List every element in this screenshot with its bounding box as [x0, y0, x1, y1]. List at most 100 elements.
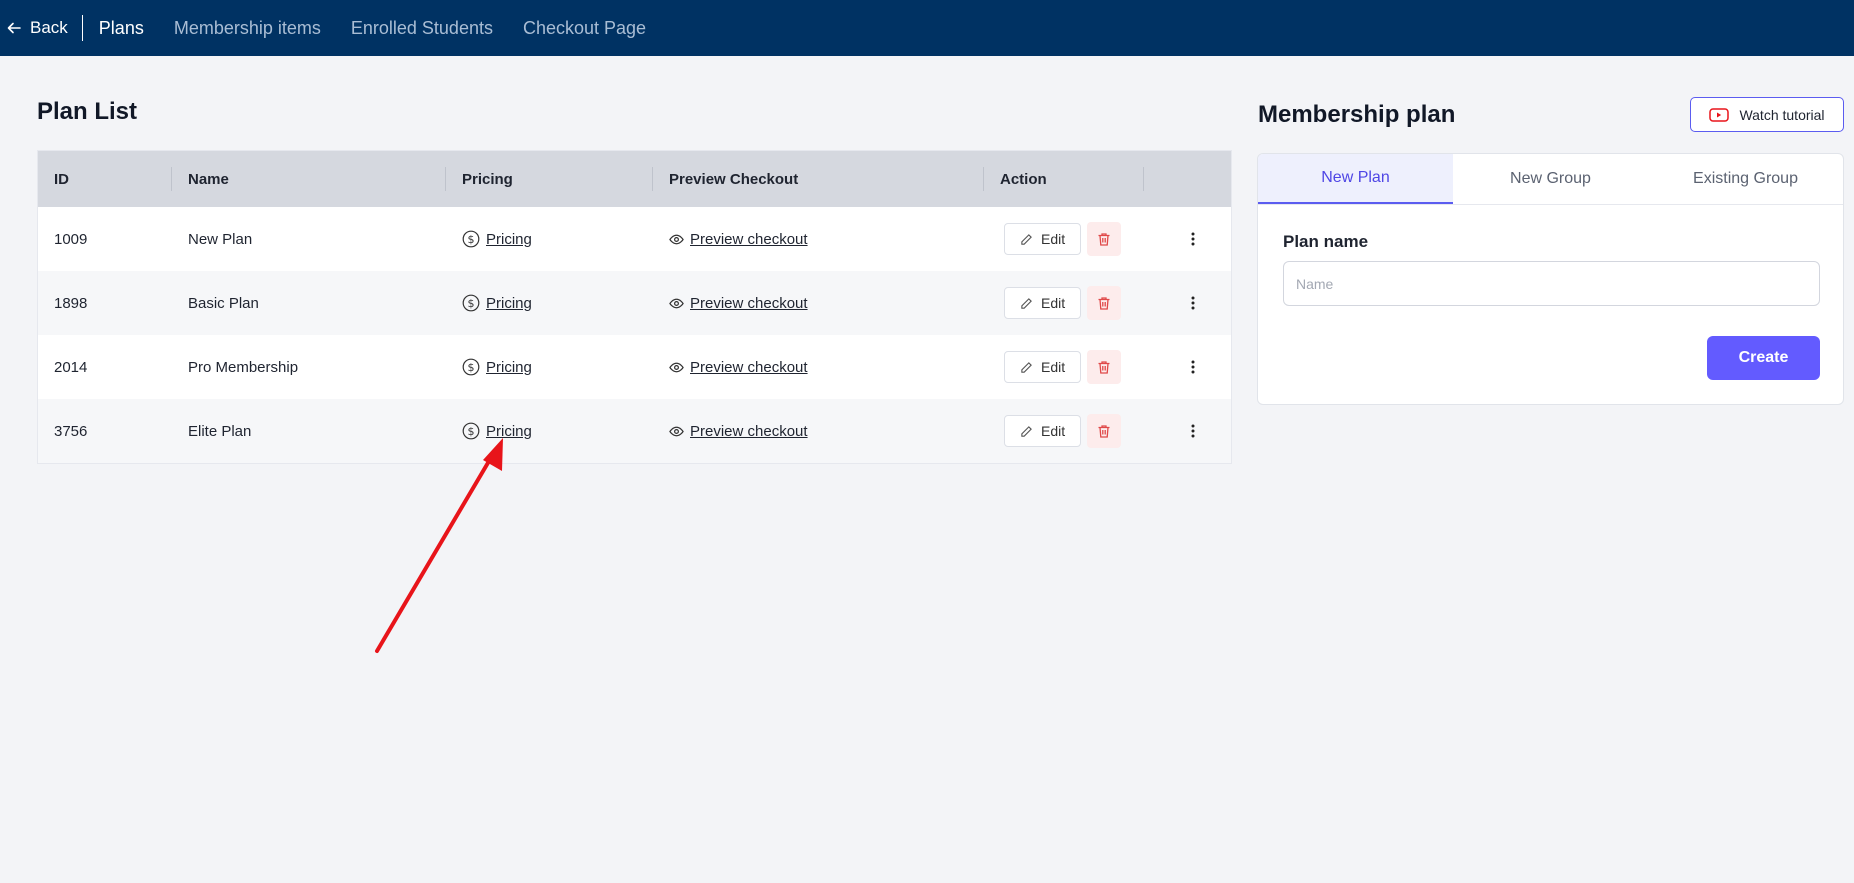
- name-text: New Plan: [188, 230, 253, 248]
- plan-name: Basic Plan: [172, 271, 446, 335]
- plan-name-input[interactable]: [1283, 261, 1820, 306]
- more-actions-button[interactable]: [1183, 424, 1203, 438]
- preview-checkout-link[interactable]: Preview checkout: [669, 295, 808, 312]
- dollar-circle-icon: $: [462, 294, 480, 312]
- plan-list-title: Plan List: [37, 98, 138, 125]
- more-actions-button[interactable]: [1183, 296, 1203, 310]
- pricing-link[interactable]: $ Pricing: [462, 230, 532, 248]
- more-vertical-icon: [1191, 360, 1195, 374]
- delete-button[interactable]: [1087, 350, 1122, 384]
- edit-button[interactable]: Edit: [1004, 415, 1082, 447]
- table-header: ID Name Pricing Preview Checkout Action: [38, 151, 1231, 207]
- tab-new-plan[interactable]: New Plan: [1258, 154, 1453, 204]
- id-text: 1009: [54, 230, 88, 248]
- tab-enrolled-students[interactable]: Enrolled Students: [351, 18, 493, 39]
- id-text: 2014: [54, 358, 88, 376]
- edit-pencil-icon: [1021, 361, 1032, 373]
- svg-text:$: $: [468, 233, 475, 246]
- eye-icon: [669, 298, 684, 308]
- plan-name: New Plan: [172, 207, 446, 271]
- edit-text: Edit: [1041, 231, 1066, 247]
- edit-text: Edit: [1041, 295, 1066, 311]
- preview-checkout-link[interactable]: Preview checkout: [669, 423, 808, 440]
- create-button[interactable]: Create: [1707, 336, 1820, 380]
- svg-text:$: $: [468, 361, 475, 374]
- delete-button[interactable]: [1087, 286, 1122, 320]
- trash-icon: [1098, 296, 1110, 310]
- name-text: Elite Plan: [188, 422, 252, 440]
- column-header-more: [1144, 167, 1231, 191]
- preview-checkout-link[interactable]: Preview checkout: [669, 359, 808, 376]
- edit-text: Edit: [1041, 423, 1066, 439]
- eye-icon: [669, 426, 684, 436]
- watch-tutorial-label: Watch tutorial: [1739, 106, 1825, 123]
- top-nav: Back Plans Membership items Enrolled Stu…: [0, 0, 1854, 56]
- delete-button[interactable]: [1087, 414, 1122, 448]
- pricing-link[interactable]: $ Pricing: [462, 358, 532, 376]
- eye-icon: [669, 362, 684, 372]
- plan-name-label: Plan name: [1283, 232, 1369, 251]
- back-arrow-icon: [7, 22, 21, 34]
- plan-table: ID Name Pricing Preview Checkout Action …: [37, 150, 1232, 464]
- column-header-pricing: Pricing: [446, 167, 653, 191]
- more-vertical-icon: [1191, 296, 1195, 310]
- back-button[interactable]: Back: [6, 15, 83, 41]
- table-row: 3756 Elite Plan $ Pricing Preview checko…: [38, 399, 1231, 463]
- edit-button[interactable]: Edit: [1004, 287, 1082, 319]
- plan-id: 3756: [38, 399, 172, 463]
- plan-name: Elite Plan: [172, 399, 446, 463]
- preview-text: Preview checkout: [690, 358, 808, 376]
- tab-membership-items[interactable]: Membership items: [174, 18, 321, 39]
- edit-text: Edit: [1041, 359, 1066, 375]
- trash-icon: [1098, 424, 1110, 438]
- column-header-action: Action: [984, 167, 1144, 191]
- dollar-circle-icon: $: [462, 358, 480, 376]
- dollar-circle-icon: $: [462, 230, 480, 248]
- delete-button[interactable]: [1087, 222, 1122, 256]
- plan-id: 1009: [38, 207, 172, 271]
- dollar-circle-icon: $: [462, 422, 480, 440]
- membership-plan-panel: New Plan New Group Existing Group Plan n…: [1257, 153, 1844, 405]
- pricing-text: Pricing: [486, 422, 532, 440]
- column-header-preview-checkout: Preview Checkout: [653, 167, 984, 191]
- watch-tutorial-button[interactable]: Watch tutorial: [1690, 97, 1844, 132]
- youtube-icon: [1709, 107, 1730, 122]
- id-text: 1898: [54, 294, 88, 312]
- more-actions-button[interactable]: [1183, 360, 1203, 374]
- pricing-link[interactable]: $ Pricing: [462, 294, 532, 312]
- pricing-text: Pricing: [486, 294, 532, 312]
- plan-name: Pro Membership: [172, 335, 446, 399]
- pricing-text: Pricing: [486, 358, 532, 376]
- edit-button[interactable]: Edit: [1004, 351, 1082, 383]
- svg-text:$: $: [468, 297, 475, 310]
- trash-icon: [1098, 232, 1110, 246]
- edit-pencil-icon: [1021, 425, 1032, 437]
- tab-checkout-page[interactable]: Checkout Page: [523, 18, 646, 39]
- plan-type-tabs: New Plan New Group Existing Group: [1258, 154, 1843, 205]
- tab-existing-group[interactable]: Existing Group: [1648, 154, 1843, 204]
- more-actions-button[interactable]: [1183, 232, 1203, 246]
- edit-pencil-icon: [1021, 297, 1032, 309]
- tab-plans[interactable]: Plans: [99, 18, 144, 39]
- table-row: 1898 Basic Plan $ Pricing Preview checko…: [38, 271, 1231, 335]
- more-vertical-icon: [1191, 424, 1195, 438]
- more-vertical-icon: [1191, 232, 1195, 246]
- column-header-id: ID: [38, 167, 172, 191]
- table-row: 2014 Pro Membership $ Pricing Preview ch…: [38, 335, 1231, 399]
- preview-checkout-link[interactable]: Preview checkout: [669, 231, 808, 248]
- preview-text: Preview checkout: [690, 422, 808, 440]
- preview-text: Preview checkout: [690, 230, 808, 248]
- column-header-name: Name: [172, 167, 446, 191]
- plan-id: 1898: [38, 271, 172, 335]
- name-text: Pro Membership: [188, 358, 299, 376]
- id-text: 3756: [54, 422, 88, 440]
- nav-tabs: Plans Membership items Enrolled Students…: [99, 18, 646, 39]
- edit-button[interactable]: Edit: [1004, 223, 1082, 255]
- preview-text: Preview checkout: [690, 294, 808, 312]
- pricing-link[interactable]: $ Pricing: [462, 422, 532, 440]
- pricing-text: Pricing: [486, 230, 532, 248]
- tab-new-group[interactable]: New Group: [1453, 154, 1648, 204]
- svg-text:$: $: [468, 425, 475, 438]
- eye-icon: [669, 234, 684, 244]
- edit-pencil-icon: [1021, 233, 1032, 245]
